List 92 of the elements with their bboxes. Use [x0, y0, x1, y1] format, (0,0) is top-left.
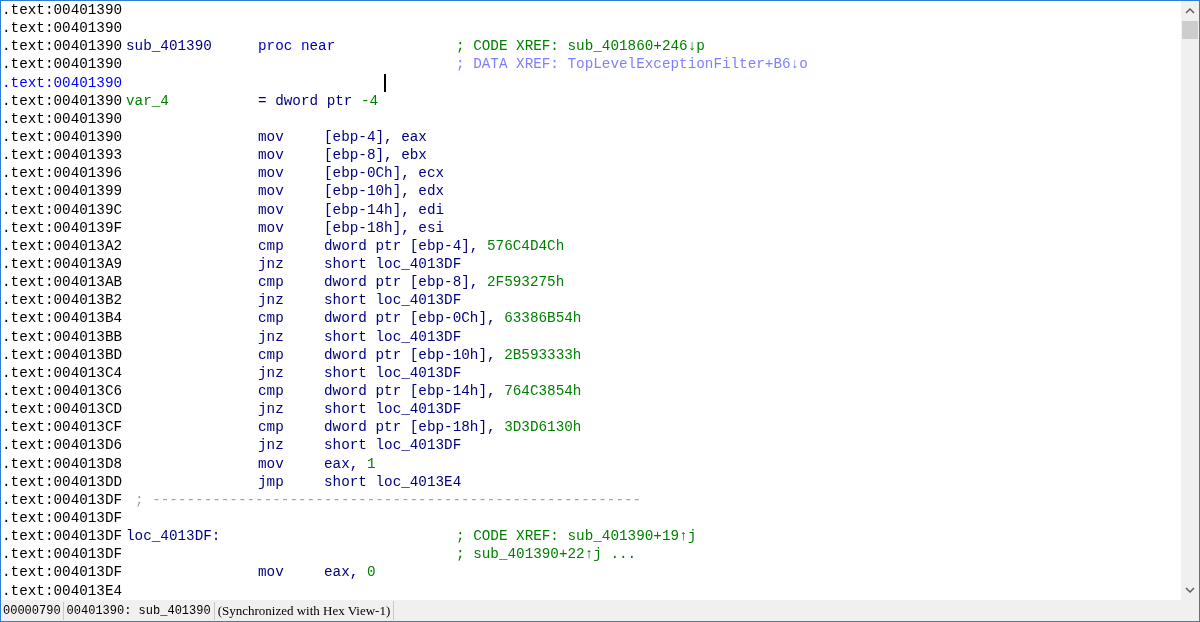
- mnemonic-text: mov: [258, 218, 285, 237]
- operand-text: [ebp-0Ch], ecx: [324, 164, 445, 183]
- operand-text: short loc_4013DF: [324, 255, 462, 274]
- mnemonic-text: cmp: [258, 273, 285, 292]
- mnemonic-text: jnz: [258, 255, 285, 274]
- function-label: sub_401390: [126, 37, 213, 56]
- operand-text: short loc_4013DF: [324, 400, 462, 419]
- mnemonic-text: jnz: [258, 327, 285, 346]
- directive-text: proc near: [258, 37, 337, 56]
- location-text: 00401390: sub_401390: [63, 601, 215, 620]
- mnemonic-text: jnz: [258, 436, 285, 455]
- mnemonic-text: cmp: [258, 418, 285, 437]
- address-text: .text:00401390: [1, 109, 124, 128]
- operand-text: [ebp-18h], esi: [324, 218, 445, 237]
- address-text: .text:004013B4: [1, 309, 124, 328]
- address-text: .text:00401390: [1, 1, 124, 20]
- operand-text: dword ptr [ebp-18h], 3D3D6130h: [324, 418, 582, 437]
- chevron-down-icon: [1185, 587, 1195, 593]
- mnemonic-text: mov: [258, 182, 285, 201]
- address-text: .text:0040139F: [1, 218, 124, 237]
- separator-comment: ; ---------------------------------------------------------: [135, 490, 642, 509]
- address-text: .text:00401396: [1, 164, 124, 183]
- mnemonic-text: jmp: [258, 472, 285, 491]
- address-text: .text:004013DF: [1, 563, 124, 582]
- comment-text: ; sub_401390+22↑j ...: [456, 545, 637, 564]
- address-text: .text:004013CF: [1, 418, 124, 437]
- mnemonic-text: jnz: [258, 363, 285, 382]
- address-text: .text:004013BB: [1, 327, 124, 346]
- address-text: .text:00401399: [1, 182, 124, 201]
- text-cursor: [384, 73, 386, 92]
- address-text: .text:004013A2: [1, 236, 124, 255]
- address-text: .text:0040139C: [1, 200, 124, 219]
- operand-text: [ebp-4], eax: [324, 128, 427, 147]
- comment-text: ; DATA XREF: TopLevelExceptionFilter+B6↓o: [456, 55, 808, 74]
- mnemonic-text: jnz: [258, 291, 285, 310]
- address-text: .text:00401390: [1, 73, 124, 92]
- operand-text: eax, 1: [324, 454, 376, 473]
- operand-text: short loc_4013DF: [324, 327, 462, 346]
- mnemonic-text: mov: [258, 200, 285, 219]
- mnemonic-text: mov: [258, 128, 285, 147]
- address-text: .text:00401390: [1, 37, 124, 56]
- address-text: .text:004013E4: [1, 581, 124, 600]
- address-text: .text:00401393: [1, 146, 124, 165]
- mnemonic-text: mov: [258, 164, 285, 183]
- operand-text: [ebp-14h], edi: [324, 200, 445, 219]
- mnemonic-text: jnz: [258, 400, 285, 419]
- address-text: .text:004013C6: [1, 382, 124, 400]
- address-text: .text:004013AB: [1, 273, 124, 292]
- comment-text: ; CODE XREF: sub_401860+246↓p: [456, 37, 705, 56]
- address-text: .text:004013DF: [1, 490, 124, 509]
- address-text: .text:004013D6: [1, 436, 124, 455]
- mnemonic-text: mov: [258, 146, 285, 165]
- operand-text: dword ptr [ebp-4], 576C4D4Ch: [324, 236, 565, 255]
- address-text: .text:004013B2: [1, 291, 124, 310]
- address-text: .text:00401390: [1, 19, 124, 38]
- mnemonic-text: cmp: [258, 309, 285, 328]
- operand-text: dword ptr [ebp-8], 2F593275h: [324, 273, 565, 292]
- mnemonic-text: cmp: [258, 382, 285, 400]
- operand-text: eax, 0: [324, 563, 376, 582]
- variable-label: var_4: [126, 91, 170, 110]
- address-text: .text:004013C4: [1, 363, 124, 382]
- operand-text: short loc_4013DF: [324, 436, 462, 455]
- sync-status: (Synchronized with Hex View-1): [214, 600, 395, 621]
- address-text: .text:004013DF: [1, 527, 124, 546]
- code-label: loc_4013DF:: [126, 527, 222, 546]
- address-text: .text:004013CD: [1, 400, 124, 419]
- address-text: .text:004013DD: [1, 472, 124, 491]
- mnemonic-text: mov: [258, 563, 285, 582]
- address-text: .text:00401390: [1, 91, 124, 110]
- comment-text: ; CODE XREF: sub_401390+19↑j: [456, 527, 697, 546]
- mnemonic-text: mov: [258, 454, 285, 473]
- operand-text: short loc_4013DF: [324, 363, 462, 382]
- address-text: .text:004013DF: [1, 509, 124, 527]
- address-text: .text:00401390: [1, 128, 124, 147]
- operand-text: dword ptr [ebp-14h], 764C3854h: [324, 382, 582, 400]
- chevron-up-icon: [1185, 8, 1195, 14]
- operand-text: dword ptr [ebp-10h], 2B593333h: [324, 345, 582, 364]
- mnemonic-text: cmp: [258, 345, 285, 364]
- scrollbar-thumb[interactable]: [1182, 21, 1198, 39]
- address-text: .text:004013A9: [1, 255, 124, 274]
- file-offset: 00000790: [1, 601, 64, 620]
- operand-text: short loc_4013DF: [324, 291, 462, 310]
- address-text: .text:004013BD: [1, 345, 124, 364]
- operand-text: [ebp-10h], edx: [324, 182, 445, 201]
- operand-text: [ebp-8], ebx: [324, 146, 427, 165]
- operand-text: dword ptr [ebp-0Ch], 63386B54h: [324, 309, 582, 328]
- mnemonic-text: cmp: [258, 236, 285, 255]
- address-text: .text:004013DF: [1, 545, 124, 564]
- operand-text: short loc_4013E4: [324, 472, 462, 491]
- address-text: .text:004013D8: [1, 454, 124, 473]
- address-text: .text:00401390: [1, 55, 124, 74]
- variable-definition: = dword ptr -4: [258, 91, 379, 110]
